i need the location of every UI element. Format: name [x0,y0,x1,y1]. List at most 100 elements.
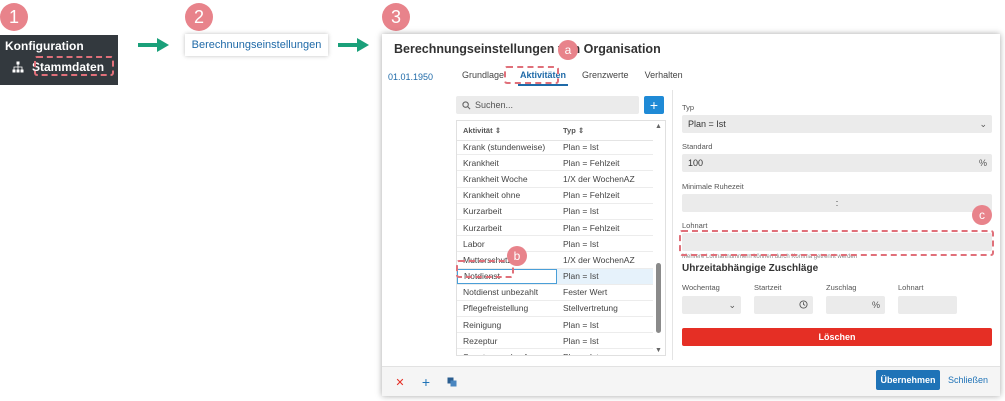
chevron-down-icon: ⌄ [979,118,987,129]
column-header-aktivitaet[interactable]: Aktivität ⇕ [457,121,557,140]
table-row[interactable]: Krank (stundenweise) Plan = Ist [457,139,653,156]
search-placeholder: Suchen... [475,100,514,110]
step-badge-3: 3 [382,3,410,31]
activity-table: Aktivität ⇕ Typ ⇕ Krank (stundenweise) Pl… [456,120,666,356]
close-icon[interactable]: ✕ [392,375,408,389]
date-link[interactable]: 01.01.1950 [388,72,433,82]
step-badge-b: b [507,246,527,266]
typ-select[interactable]: Plan = Ist ⌄ [682,115,992,133]
cell-aktivitaet: Krankheit Woche [463,173,528,184]
step-badge-c: c [972,205,992,225]
sitemap-icon [12,61,24,73]
chevron-down-icon: ⌄ [728,299,736,310]
table-row[interactable]: Kurzarbeit Plan = Fehlzeit [457,220,653,237]
table-row[interactable]: Reinigung Plan = Ist [457,317,653,334]
settings-dialog: Berechnungseinstellungen von Organisatio… [382,34,1000,396]
cell-aktivitaet: Sonntagsverkauf [457,349,557,355]
wochentag-select[interactable]: ⌄ [682,296,741,314]
cell-typ: Plan = Fehlzeit [563,157,620,168]
sort-icon: ⇕ [494,126,501,135]
percent-unit: % [978,158,987,168]
table-row[interactable]: Notdienst unbezahlt Fester Wert [457,285,653,301]
cell-typ: Plan = Ist [563,238,599,249]
plus-icon[interactable]: + [418,374,434,390]
zuschlag-label: Zuschlag [826,283,857,292]
add-activity-button[interactable]: + [644,96,664,114]
cell-aktivitaet: Krankheit [463,157,499,168]
tab-grundlage[interactable]: Grundlage [460,70,506,80]
tab-grenzwerte[interactable]: Grenzwerte [580,70,631,80]
percent-unit: % [871,300,880,310]
sort-icon: ⇕ [577,126,585,135]
table-header: Aktivität ⇕ Typ ⇕ [457,121,653,141]
cell-typ: Plan = Ist [563,206,599,217]
section-title-zuschlaege: Uhrzeitabhängige Zuschläge [682,263,819,274]
cell-aktivitaet: Krankheit ohne [463,190,521,201]
breadcrumb-berechnungseinstellungen[interactable]: Berechnungseinstellungen [185,34,328,56]
standard-input[interactable]: 100 % [682,154,992,172]
dialog-title: Berechnungseinstellungen von Organisatio… [394,42,661,56]
arrow-right-icon [338,38,369,52]
tab-verhalten[interactable]: Verhalten [643,70,685,80]
step-badge-1: 1 [0,3,28,31]
tab-bar: Grundlage Aktivitäten Grenzwerte Verhalt… [460,70,685,86]
lohnart-hint: Mehrere Lohnartnummern können durch Komm… [682,254,858,260]
table-row[interactable]: Notdienst Plan = Ist [457,268,653,285]
table-row[interactable]: Krankheit Plan = Fehlzeit [457,155,653,172]
scrollbar[interactable]: ▲ ▼ [653,121,665,355]
table-row[interactable]: SonntagsverkaufPlan = Ist [457,349,653,355]
cell-aktivitaet: Kurzarbeit [463,206,502,217]
cell-typ: 1/X der WochenAZ [563,173,635,184]
table-row[interactable]: Pflegefreistellung Stellvertretung [457,301,653,318]
table-row[interactable]: Kurzarbeit Plan = Ist [457,204,653,220]
cell-aktivitaet: Rezeptur [463,335,498,346]
scroll-up-icon[interactable]: ▲ [655,123,662,130]
tab-aktivitaeten[interactable]: Aktivitäten [518,70,569,86]
startzeit-input[interactable] [754,296,813,314]
cell-aktivitaet: Notdienst [457,268,557,284]
search-icon [462,100,471,109]
table-row[interactable]: Krankheit ohne Plan = Fehlzeit [457,188,653,204]
table-row[interactable]: Mutterschutz 1/X der WochenAZ [457,252,653,269]
lohnart-col-label: Lohnart [898,283,924,292]
apply-button[interactable]: Übernehmen [876,370,940,390]
tutorial-screenshot: 1 Konfiguration Stammdaten 2 Berechnungs… [0,0,1005,401]
cell-typ: Plan = Ist [563,271,599,282]
cell-aktivitaet: Krank (stundenweise) [463,141,546,152]
cell-typ: Plan = Ist [563,141,599,152]
table-row[interactable]: Krankheit Woche 1/X der WochenAZ [457,171,653,188]
lohnart-input[interactable] [682,233,992,251]
cell-typ: Plan = Ist [557,349,653,355]
typ-label: Typ [682,103,695,112]
column-header-typ[interactable]: Typ ⇕ [557,121,653,140]
startzeit-label: Startzeit [754,283,782,292]
lohnart-label: Lohnart [682,221,708,230]
panel-divider [672,90,673,360]
cell-aktivitaet: Notdienst unbezahlt [463,287,539,298]
ruhezeit-input[interactable]: : [682,194,992,212]
clock-icon [799,300,808,309]
step-badge-a: a [558,40,578,60]
cell-aktivitaet: Pflegefreistellung [463,303,529,314]
cell-typ: Plan = Fehlzeit [563,190,620,201]
cell-typ: Fester Wert [563,287,608,298]
delete-button[interactable]: Löschen [682,328,992,346]
scrollbar-thumb[interactable] [656,263,661,333]
nav-item-stammdaten[interactable]: Stammdaten [12,60,104,74]
zuschlag-input[interactable]: % [826,296,885,314]
search-input[interactable]: Suchen... [456,96,639,114]
close-button[interactable]: Schließen [944,370,992,390]
cell-aktivitaet: Kurzarbeit [463,222,502,233]
step-badge-2: 2 [185,3,213,31]
cell-aktivitaet: Reinigung [463,319,502,330]
arrow-right-icon [138,38,169,52]
scroll-down-icon[interactable]: ▼ [655,347,662,354]
copy-icon[interactable] [444,375,460,389]
wochentag-label: Wochentag [682,283,720,292]
nav-title: Konfiguration [5,39,84,53]
table-body: Krank (stundenweise) Plan = Ist Krankheit P… [457,139,653,355]
lohnart-col-input[interactable] [898,296,957,314]
table-row[interactable]: Labor Plan = Ist [457,236,653,253]
table-row[interactable]: Rezeptur Plan = Ist [457,333,653,350]
standard-label: Standard [682,142,713,151]
